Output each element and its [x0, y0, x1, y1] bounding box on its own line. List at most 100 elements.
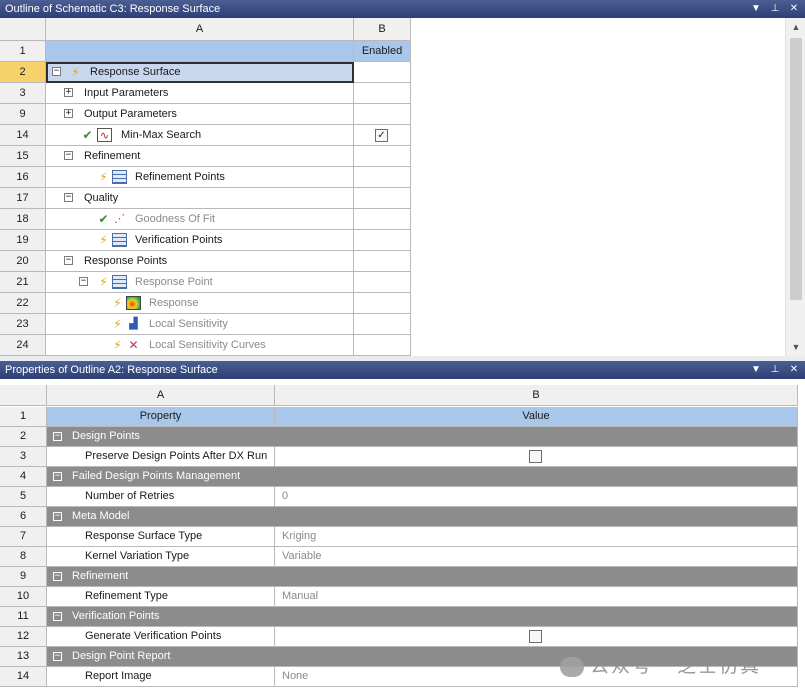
tree-item-label: Goodness Of Fit [135, 213, 216, 225]
tree-item-local-sensitivity-curves[interactable]: ⚡ ✕ Local Sensitivity Curves [46, 335, 354, 356]
property-row-refinement-type[interactable]: 10 Refinement Type Manual [0, 587, 805, 607]
category-label-cell[interactable]: − Meta Model [47, 507, 275, 527]
scroll-up-icon[interactable]: ▲ [786, 18, 805, 36]
pin-icon[interactable]: ⊥ [770, 364, 780, 376]
table-row-refinement-points[interactable]: 16 ⚡ Refinement Points [0, 167, 411, 188]
scroll-down-icon[interactable]: ▼ [786, 338, 805, 356]
column-header-b[interactable]: B [275, 385, 798, 406]
row-number: 5 [0, 487, 47, 507]
corner-cell[interactable] [0, 18, 46, 41]
table-row-goodness-of-fit[interactable]: 18 ✔ ⋰ Goodness Of Fit [0, 209, 411, 230]
preserve-design-points-checkbox[interactable] [529, 450, 542, 463]
tree-item-response-point[interactable]: − ⚡ Response Point [46, 272, 354, 293]
expand-icon[interactable]: + [64, 88, 73, 97]
tree-item-refinement[interactable]: − Refinement [46, 146, 354, 167]
category-verification-points[interactable]: 11 − Verification Points [0, 607, 805, 627]
tree-item-quality[interactable]: − Quality [46, 188, 354, 209]
table-row-refinement[interactable]: 15 − Refinement [0, 146, 411, 167]
collapse-icon[interactable]: − [53, 652, 62, 661]
row-number: 6 [0, 507, 47, 527]
tree-item-response-points[interactable]: − Response Points [46, 251, 354, 272]
outline-title: Outline of Schematic C3: Response Surfac… [5, 3, 221, 15]
collapse-icon[interactable]: − [64, 193, 73, 202]
table-row-response[interactable]: 22 ⚡ Response [0, 293, 411, 314]
category-failed-design-points[interactable]: 4 − Failed Design Points Management [0, 467, 805, 487]
collapse-icon[interactable]: − [64, 256, 73, 265]
collapse-icon[interactable]: − [53, 472, 62, 481]
property-row-kernel-variation-type[interactable]: 8 Kernel Variation Type Variable [0, 547, 805, 567]
table-row-response-points[interactable]: 20 − Response Points [0, 251, 411, 272]
table-row-local-sensitivity-curves[interactable]: 24 ⚡ ✕ Local Sensitivity Curves [0, 335, 411, 356]
table-row-output-parameters[interactable]: 9 + Output Parameters [0, 104, 411, 125]
number-of-retries-value[interactable]: 0 [282, 487, 288, 506]
category-label-cell[interactable]: − Design Points [47, 427, 275, 447]
property-row-preserve-design-points[interactable]: 3 Preserve Design Points After DX Run [0, 447, 805, 467]
property-row-generate-verification-points[interactable]: 12 Generate Verification Points [0, 627, 805, 647]
property-value-cell[interactable]: 0 [275, 487, 798, 507]
close-icon[interactable]: ✕ [789, 3, 799, 15]
table-row-response-surface[interactable]: 2 − ⚡ Response Surface [0, 62, 411, 83]
tree-item-local-sensitivity[interactable]: ⚡ ▟ Local Sensitivity [46, 314, 354, 335]
column-header-a[interactable]: A [46, 18, 354, 41]
table-row[interactable]: 1 Enabled [0, 41, 411, 62]
kernel-variation-type-value[interactable]: Variable [282, 547, 322, 566]
property-value-cell[interactable]: Variable [275, 547, 798, 567]
table-row-local-sensitivity[interactable]: 23 ⚡ ▟ Local Sensitivity [0, 314, 411, 335]
enabled-cell [354, 293, 411, 314]
tree-item-label: Response [149, 297, 199, 309]
checkmark-icon: ✔ [98, 212, 109, 226]
collapse-icon[interactable]: − [53, 512, 62, 521]
category-refinement[interactable]: 9 − Refinement [0, 567, 805, 587]
table-icon [112, 275, 127, 289]
column-header-a[interactable]: A [47, 385, 275, 406]
tree-item-refinement-points[interactable]: ⚡ Refinement Points [46, 167, 354, 188]
enabled-cell [354, 209, 411, 230]
table-row-quality[interactable]: 17 − Quality [0, 188, 411, 209]
category-meta-model[interactable]: 6 − Meta Model [0, 507, 805, 527]
category-label-cell[interactable]: − Design Point Report [47, 647, 275, 667]
table-row-verification-points[interactable]: 19 ⚡ Verification Points [0, 230, 411, 251]
collapse-icon[interactable]: − [64, 151, 73, 160]
collapse-icon[interactable]: − [53, 572, 62, 581]
response-surface-type-value[interactable]: Kriging [282, 527, 316, 546]
category-label-cell[interactable]: − Refinement [47, 567, 275, 587]
dropdown-arrow-icon[interactable]: ▼ [751, 3, 761, 15]
property-value-cell[interactable]: Kriging [275, 527, 798, 547]
tree-item-output-parameters[interactable]: + Output Parameters [46, 104, 354, 125]
outline-vertical-scrollbar[interactable]: ▲ ▼ [785, 18, 805, 356]
collapse-icon[interactable]: − [53, 432, 62, 441]
property-value-cell[interactable] [275, 627, 798, 647]
tree-item-label: Refinement [84, 150, 141, 162]
property-value-cell[interactable] [275, 447, 798, 467]
refinement-type-value[interactable]: Manual [282, 587, 318, 606]
expand-icon[interactable]: + [64, 109, 73, 118]
collapse-icon[interactable]: − [79, 277, 88, 286]
collapse-icon[interactable]: − [53, 612, 62, 621]
category-label-cell[interactable]: − Failed Design Points Management [47, 467, 275, 487]
close-icon[interactable]: ✕ [789, 364, 799, 376]
table-row-min-max-search[interactable]: 14 ✔ ∿ Min-Max Search ✓ [0, 125, 411, 146]
pin-icon[interactable]: ⊥ [770, 3, 780, 15]
dropdown-arrow-icon[interactable]: ▼ [751, 364, 761, 376]
property-row-number-of-retries[interactable]: 5 Number of Retries 0 [0, 487, 805, 507]
category-label-cell[interactable]: − Verification Points [47, 607, 275, 627]
enabled-checkbox[interactable]: ✓ [375, 129, 388, 142]
collapse-icon[interactable]: − [52, 67, 61, 76]
table-row-input-parameters[interactable]: 3 + Input Parameters [0, 83, 411, 104]
column-header-b[interactable]: B [354, 18, 411, 41]
tree-item-response[interactable]: ⚡ Response [46, 293, 354, 314]
tree-item-goodness-of-fit[interactable]: ✔ ⋰ Goodness Of Fit [46, 209, 354, 230]
table-row-response-point[interactable]: 21 − ⚡ Response Point [0, 272, 411, 293]
property-row-response-surface-type[interactable]: 7 Response Surface Type Kriging [0, 527, 805, 547]
tree-item-verification-points[interactable]: ⚡ Verification Points [46, 230, 354, 251]
category-design-points[interactable]: 2 − Design Points [0, 427, 805, 447]
tree-item-response-surface[interactable]: − ⚡ Response Surface [46, 62, 354, 83]
tree-item-input-parameters[interactable]: + Input Parameters [46, 83, 354, 104]
report-image-value[interactable]: None [282, 667, 308, 686]
tree-item-min-max-search[interactable]: ✔ ∿ Min-Max Search [46, 125, 354, 146]
row-number: 2 [0, 62, 46, 83]
scroll-thumb[interactable] [790, 38, 802, 300]
corner-cell[interactable] [0, 385, 47, 406]
generate-verification-points-checkbox[interactable] [529, 630, 542, 643]
property-value-cell[interactable]: Manual [275, 587, 798, 607]
